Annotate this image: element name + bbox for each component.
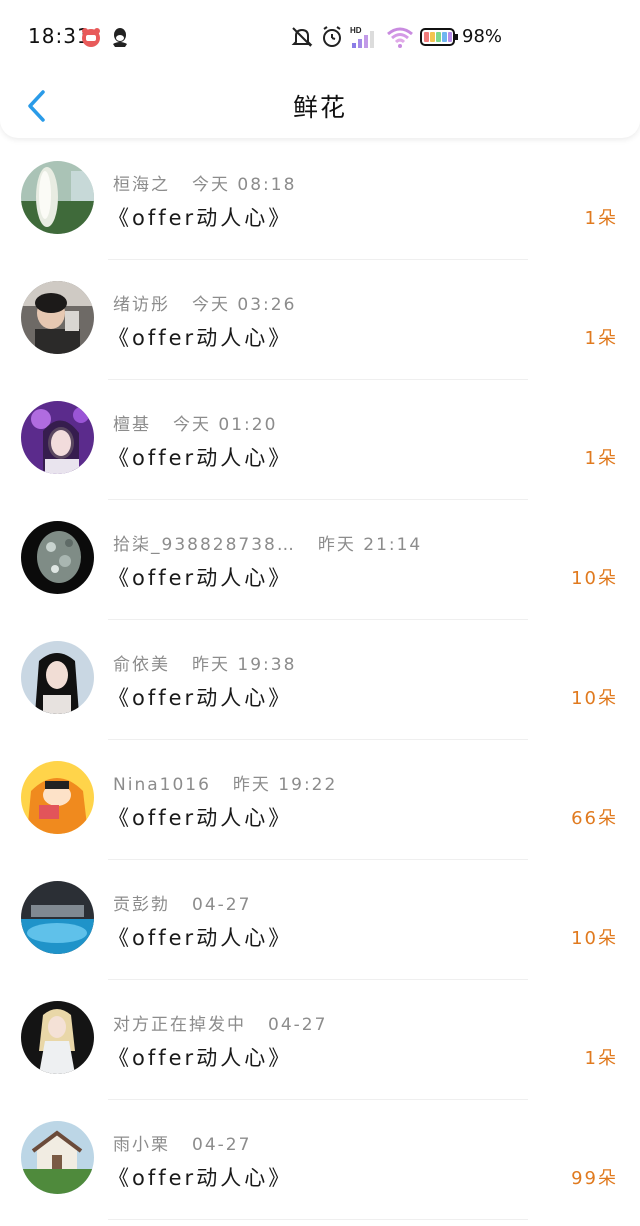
battery-icon [420, 24, 460, 50]
list-item[interactable]: 雨小栗 04-27 《offer动人心》 99朵 [0, 1100, 640, 1220]
send-time: 昨天 21:14 [317, 535, 423, 555]
list-item[interactable]: 檀基 今天 01:20 《offer动人心》 1朵 [0, 380, 640, 500]
top-bar: 18:31 HD 98% 鲜花 [0, 0, 640, 138]
send-time: 04-27 [268, 1015, 328, 1035]
gift-title: 《offer动人心》 [108, 566, 293, 590]
row-meta: 绪访彤 今天 03:26 [113, 290, 296, 315]
avatar[interactable] [21, 641, 94, 714]
avatar[interactable] [21, 281, 94, 354]
avatar[interactable] [21, 401, 94, 474]
gift-title: 《offer动人心》 [108, 926, 293, 950]
avatar[interactable] [21, 521, 94, 594]
avatar[interactable] [21, 881, 94, 954]
row-meta: Nina1016 昨天 19:22 [113, 770, 337, 795]
send-time: 今天 01:20 [173, 415, 278, 435]
send-time: 04-27 [192, 895, 252, 915]
flower-list: 桓海之 今天 08:18 《offer动人心》 1朵 绪访彤 今天 03:26 《o… [0, 140, 640, 1220]
sender-name[interactable]: 拾柒_938828738… [113, 535, 296, 555]
sender-name[interactable]: 雨小栗 [113, 1135, 170, 1155]
sender-name[interactable]: Nina1016 [113, 775, 211, 795]
avatar[interactable] [21, 761, 94, 834]
list-item[interactable]: Nina1016 昨天 19:22 《offer动人心》 66朵 [0, 740, 640, 860]
avatar[interactable] [21, 1121, 94, 1194]
sender-name[interactable]: 桓海之 [113, 175, 170, 195]
page-title: 鲜花 [292, 93, 347, 122]
gift-title: 《offer动人心》 [108, 1046, 293, 1070]
flower-count: 1朵 [584, 448, 618, 469]
flower-count: 10朵 [571, 568, 618, 589]
row-meta: 桓海之 今天 08:18 [113, 170, 296, 195]
row-meta: 檀基 今天 01:20 [113, 410, 277, 435]
mute-bell-icon [290, 24, 314, 50]
wifi-icon [386, 24, 414, 50]
send-time: 今天 03:26 [192, 295, 297, 315]
sender-name[interactable]: 贡彭勃 [113, 895, 170, 915]
gift-title: 《offer动人心》 [108, 206, 293, 230]
nav-bar: 鲜花 [0, 74, 640, 138]
battery-percent: 98% [462, 26, 503, 47]
row-divider [108, 1219, 528, 1220]
gift-title: 《offer动人心》 [108, 326, 293, 350]
flower-count: 99朵 [571, 1168, 618, 1189]
list-item[interactable]: 贡彭勃 04-27 《offer动人心》 10朵 [0, 860, 640, 980]
list-item[interactable]: 桓海之 今天 08:18 《offer动人心》 1朵 [0, 140, 640, 260]
flower-count: 1朵 [584, 328, 618, 349]
flower-count: 1朵 [584, 1048, 618, 1069]
send-time: 今天 08:18 [192, 175, 297, 195]
avatar[interactable] [21, 1001, 94, 1074]
notification-app-icon [80, 24, 102, 50]
sender-name[interactable]: 俞依美 [113, 655, 170, 675]
row-meta: 贡彭勃 04-27 [113, 890, 251, 915]
sender-name[interactable]: 绪访彤 [113, 295, 170, 315]
alarm-icon [320, 24, 344, 50]
gift-title: 《offer动人心》 [108, 686, 293, 710]
gift-title: 《offer动人心》 [108, 446, 293, 470]
flower-count: 66朵 [571, 808, 618, 829]
flower-count: 10朵 [571, 928, 618, 949]
avatar[interactable] [21, 161, 94, 234]
row-meta: 俞依美 昨天 19:38 [113, 650, 296, 675]
qq-icon [110, 24, 130, 50]
flower-count: 1朵 [584, 208, 618, 229]
signal-hd-icon: HD [350, 24, 378, 50]
status-bar: 18:31 HD 98% [0, 0, 640, 74]
flower-count: 10朵 [571, 688, 618, 709]
send-time: 昨天 19:38 [192, 655, 297, 675]
list-item[interactable]: 绪访彤 今天 03:26 《offer动人心》 1朵 [0, 260, 640, 380]
sender-name[interactable]: 对方正在掉发中 [113, 1015, 246, 1035]
row-meta: 雨小栗 04-27 [113, 1130, 251, 1155]
gift-title: 《offer动人心》 [108, 806, 293, 830]
row-meta: 对方正在掉发中 04-27 [113, 1010, 327, 1035]
send-time: 04-27 [192, 1135, 252, 1155]
send-time: 昨天 19:22 [232, 775, 338, 795]
list-item[interactable]: 对方正在掉发中 04-27 《offer动人心》 1朵 [0, 980, 640, 1100]
row-meta: 拾柒_938828738… 昨天 21:14 [113, 530, 422, 555]
list-item[interactable]: 拾柒_938828738… 昨天 21:14 《offer动人心》 10朵 [0, 500, 640, 620]
svg-text:HD: HD [350, 26, 362, 35]
sender-name[interactable]: 檀基 [113, 415, 151, 435]
list-item[interactable]: 俞依美 昨天 19:38 《offer动人心》 10朵 [0, 620, 640, 740]
gift-title: 《offer动人心》 [108, 1166, 293, 1190]
